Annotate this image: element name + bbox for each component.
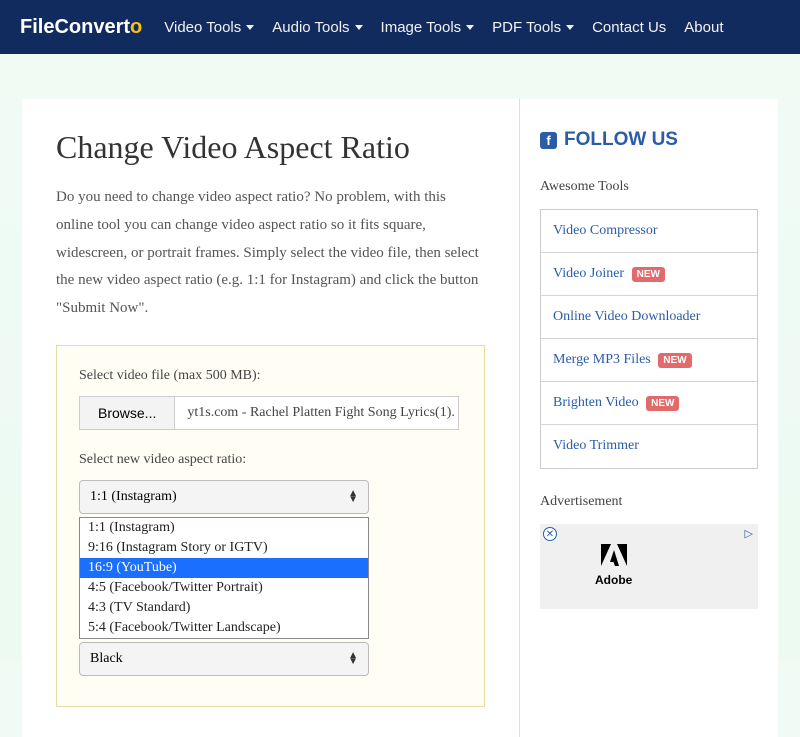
tool-link[interactable]: Merge MP3 Files NEW xyxy=(541,339,757,382)
nav-item-image-tools[interactable]: Image Tools xyxy=(381,19,475,36)
chevron-down-icon xyxy=(246,25,254,30)
nav-item-pdf-tools[interactable]: PDF Tools xyxy=(492,19,574,36)
nav-label: PDF Tools xyxy=(492,19,561,36)
new-badge: NEW xyxy=(646,396,679,411)
file-input-row: Browse... yt1s.com - Rachel Platten Figh… xyxy=(79,396,459,430)
nav-label: About xyxy=(684,19,723,36)
nav-item-audio-tools[interactable]: Audio Tools xyxy=(272,19,362,36)
tool-link[interactable]: Video Compressor xyxy=(541,210,757,253)
nav-label: Audio Tools xyxy=(272,19,349,36)
file-label: Select video file (max 500 MB): xyxy=(79,368,462,384)
navbar: FileConverto Video Tools Audio Tools Image… xyxy=(0,0,800,54)
ad-header: Advertisement xyxy=(540,494,758,510)
ratio-selected-value: 1:1 (Instagram) xyxy=(90,489,177,504)
nav-item-video-tools[interactable]: Video Tools xyxy=(164,19,254,36)
adchoices-icon[interactable]: ▷ xyxy=(745,527,753,540)
tool-label: Video Compressor xyxy=(553,223,658,238)
browse-button[interactable]: Browse... xyxy=(80,397,175,429)
chevron-down-icon xyxy=(466,25,474,30)
ratio-option[interactable]: 4:5 (Facebook/Twitter Portrait) xyxy=(80,578,368,598)
adobe-ad: Adobe xyxy=(595,542,632,587)
nav-item-about[interactable]: About xyxy=(684,19,723,36)
pad-select-wrap: Black ▲▼ xyxy=(79,642,369,676)
intro-text: Do you need to change video aspect ratio… xyxy=(56,184,485,323)
facebook-icon: f xyxy=(540,132,557,149)
new-badge: NEW xyxy=(658,353,691,368)
nav-label: Video Tools xyxy=(164,19,241,36)
pad-selected-value: Black xyxy=(90,651,123,666)
brand-accent: o xyxy=(130,16,142,38)
tool-label: Merge MP3 Files xyxy=(553,352,651,367)
ratio-select-wrap: 1:1 (Instagram) ▲▼ 1:1 (Instagram)9:16 (… xyxy=(79,480,369,514)
tool-link[interactable]: Online Video Downloader xyxy=(541,296,757,339)
ratio-option[interactable]: 16:9 (YouTube) xyxy=(80,558,368,578)
tool-link[interactable]: Video Trimmer xyxy=(541,425,757,467)
tool-link[interactable]: Video Joiner NEW xyxy=(541,253,757,296)
ad-box[interactable]: ✕ ▷ Adobe xyxy=(540,524,758,609)
ratio-option[interactable]: 4:3 (TV Standard) xyxy=(80,598,368,618)
tool-label: Video Trimmer xyxy=(553,438,639,453)
brand-logo[interactable]: FileConverto xyxy=(20,16,142,39)
nav-label: Contact Us xyxy=(592,19,666,36)
ratio-option[interactable]: 9:16 (Instagram Story or IGTV) xyxy=(80,538,368,558)
ad-section: Advertisement ✕ ▷ Adobe xyxy=(540,494,758,609)
brand-prefix: FileConvert xyxy=(20,16,130,38)
ratio-option[interactable]: 1:1 (Instagram) xyxy=(80,518,368,538)
tools-header: Awesome Tools xyxy=(540,179,758,195)
select-arrows-icon: ▲▼ xyxy=(348,653,358,665)
tool-label: Online Video Downloader xyxy=(553,309,700,324)
pad-select[interactable]: Black ▲▼ xyxy=(79,642,369,676)
nav-label: Image Tools xyxy=(381,19,462,36)
select-arrows-icon: ▲▼ xyxy=(348,491,358,503)
follow-header[interactable]: f FOLLOW US xyxy=(540,129,758,151)
ratio-label: Select new video aspect ratio: xyxy=(79,452,462,468)
chevron-down-icon xyxy=(355,25,363,30)
main-column: Change Video Aspect Ratio Do you need to… xyxy=(22,99,520,737)
chevron-down-icon xyxy=(566,25,574,30)
form-panel: Select video file (max 500 MB): Browse..… xyxy=(56,345,485,707)
tool-link[interactable]: Brighten Video NEW xyxy=(541,382,757,425)
tool-label: Video Joiner xyxy=(553,266,624,281)
ratio-dropdown: 1:1 (Instagram)9:16 (Instagram Story or … xyxy=(79,517,369,639)
ratio-select[interactable]: 1:1 (Instagram) ▲▼ xyxy=(79,480,369,514)
follow-text: FOLLOW US xyxy=(564,129,678,151)
ratio-option[interactable]: 5:4 (Facebook/Twitter Landscape) xyxy=(80,618,368,638)
file-name-display: yt1s.com - Rachel Platten Fight Song Lyr… xyxy=(175,397,458,429)
adobe-logo-icon xyxy=(595,542,632,573)
page-title: Change Video Aspect Ratio xyxy=(56,129,485,166)
nav-item-contact-us[interactable]: Contact Us xyxy=(592,19,666,36)
tool-label: Brighten Video xyxy=(553,395,639,410)
new-badge: NEW xyxy=(632,267,665,282)
sidebar: f FOLLOW US Awesome Tools Video Compress… xyxy=(520,99,778,737)
nav-menu: Video Tools Audio Tools Image Tools PDF Too… xyxy=(164,19,723,36)
adobe-label: Adobe xyxy=(595,573,632,587)
page-container: Change Video Aspect Ratio Do you need to… xyxy=(0,54,800,737)
tools-list[interactable]: Video Compressor Video Joiner NEW Online V… xyxy=(540,209,758,469)
ad-close-icon[interactable]: ✕ xyxy=(543,527,557,541)
